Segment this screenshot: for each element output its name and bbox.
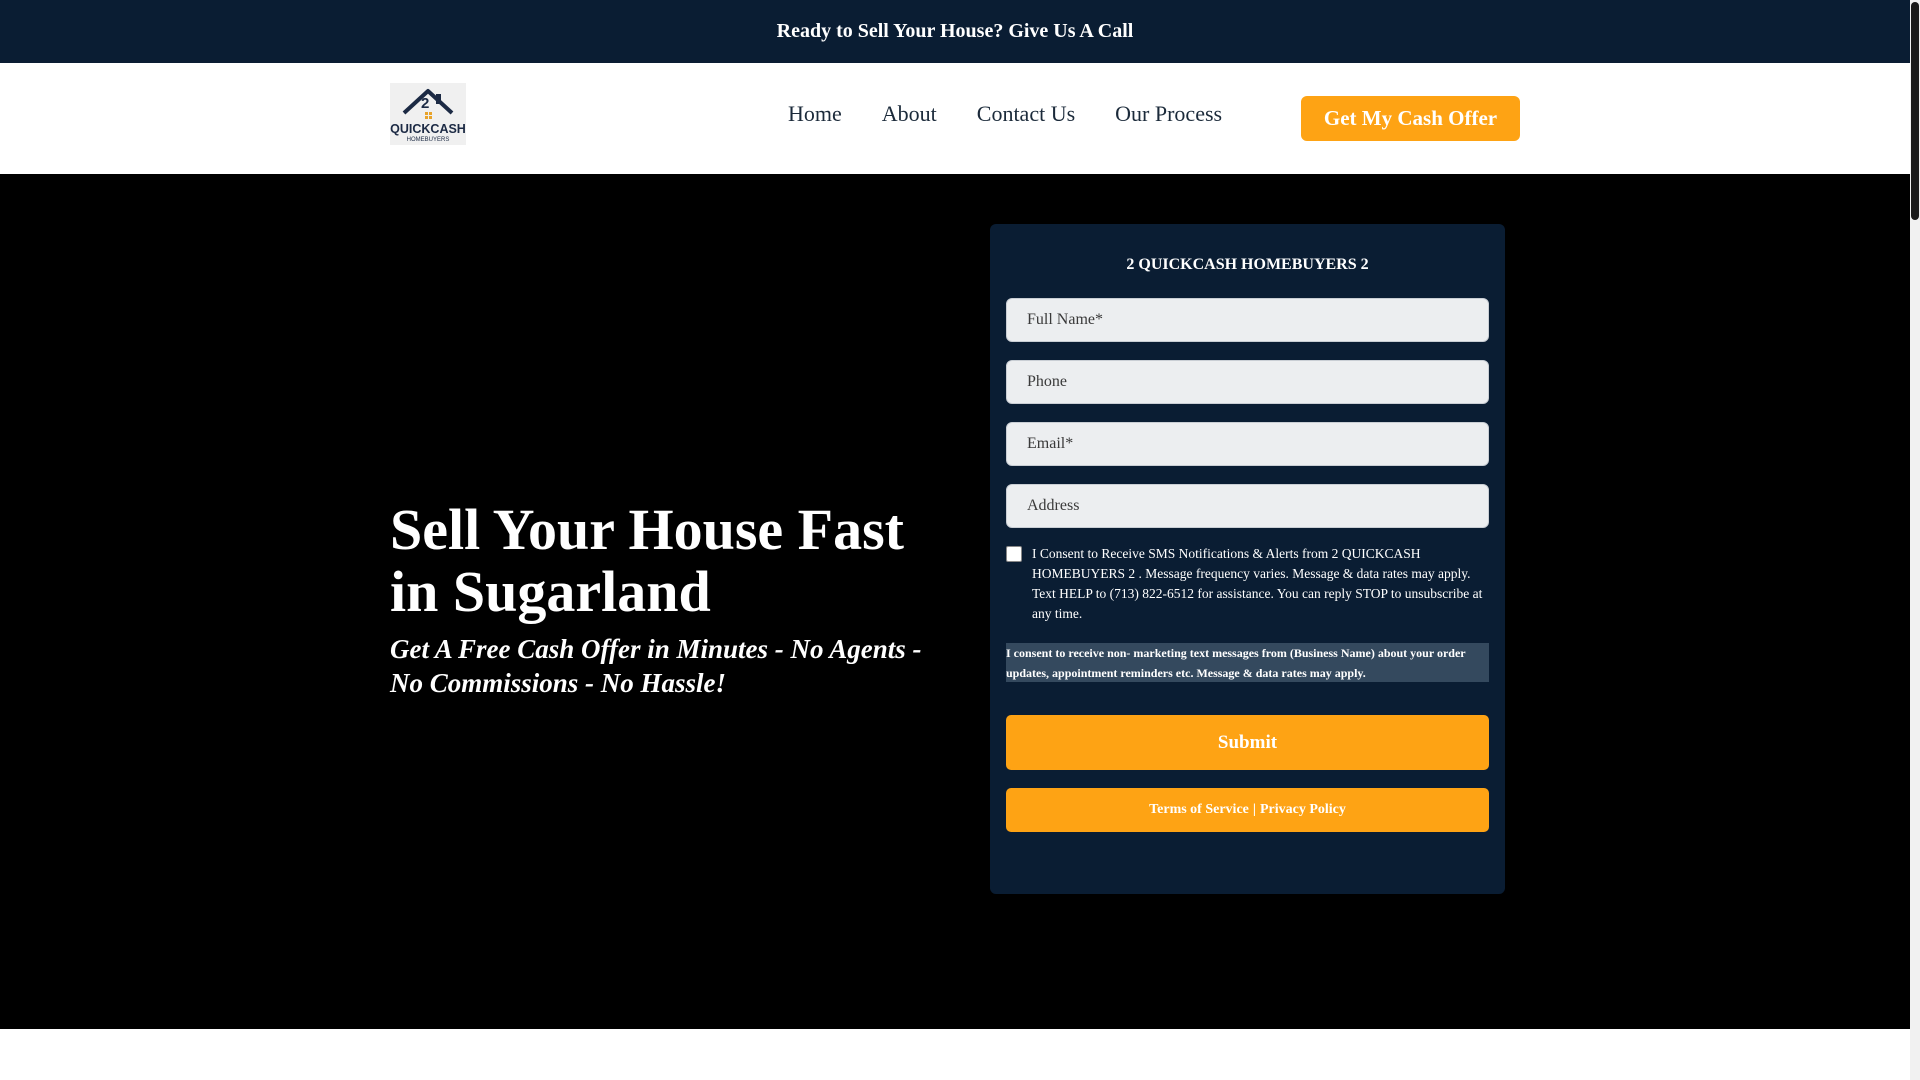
main-nav: Home About Contact Us Our Process [788,101,1222,127]
address-input[interactable] [1006,484,1489,528]
consent-text: I Consent to Receive SMS Notifications &… [1032,546,1483,621]
site-header: 2 QUICKCASH HOMEBUYERS Home About Contac… [0,63,1910,174]
hero-section: Sell Your House Fast in Sugarland Get A … [0,174,1910,1029]
top-banner-text: Ready to Sell Your House? Give Us A Call [776,20,1134,42]
terms-link[interactable]: Terms of Service [1149,802,1249,818]
page-scrollbar[interactable] [1910,0,1920,1080]
hero-title: Sell Your House Fast in Sugarland [390,497,904,624]
terms-separator: | [1252,802,1256,817]
nav-contact-us[interactable]: Contact Us [977,101,1075,127]
logo-line2: HOMEBUYERS [407,137,450,143]
full-name-input[interactable] [1006,298,1489,342]
consent-checkbox[interactable] [1006,546,1022,562]
sms-consent: I Consent to Receive SMS Notifications &… [1006,544,1489,624]
email-input[interactable] [1006,422,1489,466]
terms-privacy-bar: Terms of Service | Privacy Policy [1006,788,1489,832]
hero-subtitle: Get A Free Cash Offer in Minutes - No Ag… [390,634,922,698]
nav-home[interactable]: Home [788,101,842,127]
lead-form: 2 QUICKCASH HOMEBUYERS 2 I Consent to Re… [990,224,1505,894]
get-cash-offer-button[interactable]: Get My Cash Offer [1301,96,1520,141]
house-logo-icon: 2 QUICKCASH HOMEBUYERS [390,89,466,143]
top-banner: Ready to Sell Your House? Give Us A Call [0,0,1910,63]
privacy-link[interactable]: Privacy Policy [1260,802,1346,818]
nav-about[interactable]: About [882,101,937,127]
scrollbar-thumb[interactable] [1911,2,1919,220]
nav-our-process[interactable]: Our Process [1115,101,1222,127]
logo-number: 2 [421,95,429,112]
submit-button[interactable]: Submit [1006,715,1489,770]
phone-input[interactable] [1006,360,1489,404]
logo[interactable]: 2 QUICKCASH HOMEBUYERS [390,83,466,145]
form-title: 2 QUICKCASH HOMEBUYERS 2 [1126,256,1369,273]
logo-line1: QUICKCASH [390,122,466,136]
non-marketing-consent-notice: I consent to receive non- marketing text… [1006,643,1489,682]
